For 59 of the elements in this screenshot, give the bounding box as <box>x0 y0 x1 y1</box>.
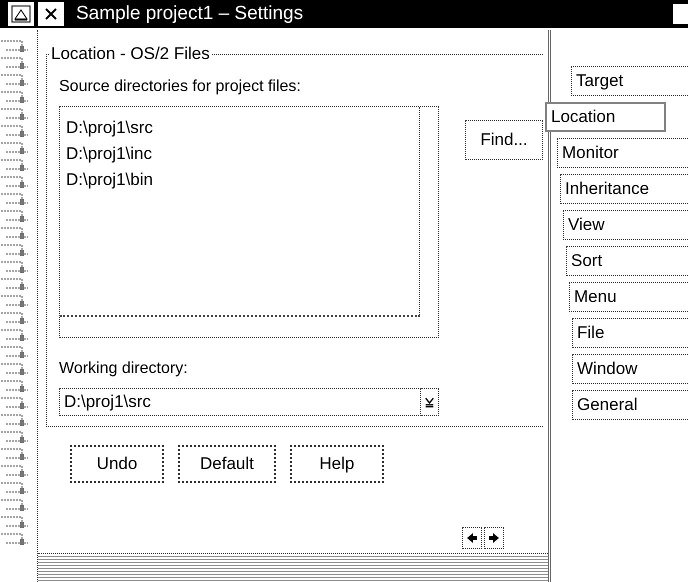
binding-ring-icon <box>0 89 30 106</box>
binding-ring-icon <box>0 327 30 344</box>
system-menu-icon[interactable] <box>8 2 34 26</box>
binding-ring-icon <box>0 463 30 480</box>
binding-ring-icon <box>0 412 30 429</box>
binding-ring-icon <box>0 225 30 242</box>
binding-ring-icon <box>0 157 30 174</box>
binding-ring-icon <box>0 191 30 208</box>
binding-ring-icon <box>0 344 30 361</box>
dialog-button[interactable]: Default <box>178 445 276 483</box>
source-list[interactable]: D:\proj1\src D:\proj1\inc D:\proj1\bin <box>59 106 439 338</box>
working-directory-label: Working directory: <box>59 360 189 378</box>
binding-ring-icon <box>0 531 30 548</box>
notebook-tab[interactable]: Inheritance <box>560 174 688 204</box>
close-icon[interactable] <box>38 2 64 26</box>
list-item[interactable]: D:\proj1\src <box>66 115 432 141</box>
group-title: Location - OS/2 Files <box>50 44 211 64</box>
binding-ring-icon <box>0 174 30 191</box>
notebook-tab[interactable]: File <box>572 318 688 348</box>
binding-ring-icon <box>0 293 30 310</box>
binding-ring-icon <box>0 72 30 89</box>
dropdown-icon[interactable] <box>421 388 439 416</box>
notebook-tab[interactable]: Sort <box>566 246 688 276</box>
binding-ring-icon <box>0 446 30 463</box>
source-label: Source directories for project files: <box>59 78 302 96</box>
binding-ring-icon <box>0 276 30 293</box>
binding-ring-icon <box>0 310 30 327</box>
binding-ring-icon <box>0 106 30 123</box>
binding-ring-icon <box>0 395 30 412</box>
binding-ring-icon <box>0 242 30 259</box>
notebook-tab[interactable]: Target <box>571 66 688 96</box>
binding-ring-icon <box>0 378 30 395</box>
binding-ring-icon <box>0 123 30 140</box>
binding-ring-icon <box>0 497 30 514</box>
next-page-icon[interactable] <box>484 527 504 549</box>
binding-ring-icon <box>0 514 30 531</box>
previous-page-icon[interactable] <box>462 527 482 549</box>
notebook-tab[interactable]: General <box>572 390 688 420</box>
binding-ring-icon <box>0 480 30 497</box>
notebook-tab[interactable]: Location <box>545 102 666 132</box>
binding-ring-icon <box>0 55 30 72</box>
binding-ring-icon <box>0 429 30 446</box>
notebook-tab[interactable]: Window <box>572 354 688 384</box>
binding-ring-icon <box>0 208 30 225</box>
list-item[interactable]: D:\proj1\inc <box>66 141 432 167</box>
window-title: Sample project1 – Settings <box>76 3 304 25</box>
working-directory-field[interactable]: D:\proj1\src <box>59 388 421 416</box>
binding-ring-icon <box>0 140 30 157</box>
notebook-tab[interactable]: Monitor <box>557 138 688 168</box>
dialog-button[interactable]: Help <box>290 445 384 483</box>
maximize-icon[interactable] <box>672 3 688 25</box>
binding-ring-icon <box>0 38 30 55</box>
list-item[interactable]: D:\proj1\bin <box>66 167 432 193</box>
notebook-tab[interactable]: View <box>563 210 688 240</box>
binding-ring-icon <box>0 361 30 378</box>
binding-ring-icon <box>0 259 30 276</box>
dialog-button[interactable]: Undo <box>70 445 164 483</box>
find-button[interactable]: Find... <box>465 120 543 160</box>
notebook-tab[interactable]: Menu <box>569 282 688 312</box>
